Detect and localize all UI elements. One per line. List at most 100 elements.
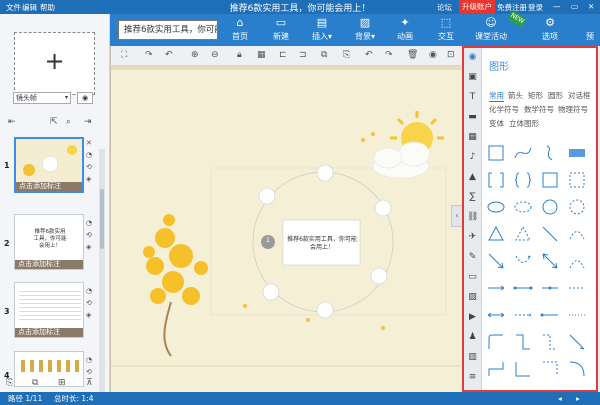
zoom-out-icon[interactable]: ⊖: [211, 50, 219, 60]
slide-thumbnail-2[interactable]: 推荐6款实用工具，你可能会用上！ 点击添加标注: [14, 214, 84, 270]
shape-item[interactable]: [513, 170, 533, 190]
close-icon[interactable]: ✕: [588, 2, 594, 11]
shape-tab[interactable]: 矩形: [528, 90, 543, 101]
align-left-icon[interactable]: ⊏: [279, 50, 287, 60]
link-category-icon[interactable]: ⛓︎: [467, 212, 478, 223]
shape-item[interactable]: [540, 332, 560, 352]
image-category-icon[interactable]: ▣: [467, 72, 478, 83]
shape-item[interactable]: [513, 359, 533, 379]
shape-item[interactable]: [486, 332, 506, 352]
shape-item[interactable]: [567, 143, 587, 163]
shape-item[interactable]: [540, 224, 560, 244]
slide-thumbnail-1[interactable]: 点击添加标注: [14, 137, 84, 193]
shape-item[interactable]: [540, 305, 560, 325]
toolbar-background-button[interactable]: ▨ 背景▾: [345, 16, 385, 42]
zoom-in-icon[interactable]: ⊕: [191, 50, 199, 60]
redo-arrow-icon[interactable]: ↷: [145, 50, 153, 60]
chart-category-icon[interactable]: ▲: [467, 172, 478, 183]
pen-category-icon[interactable]: ✎: [467, 252, 478, 263]
copy-icon[interactable]: ⧉: [321, 50, 327, 60]
bottom-left-icon[interactable]: ◂: [558, 392, 562, 405]
shape-item[interactable]: [567, 197, 587, 217]
lens-frame-select[interactable]: 镜头帧 ▾: [13, 92, 71, 104]
delete-icon[interactable]: 🗑︎: [407, 50, 418, 60]
shape-category-icon[interactable]: ◉: [467, 52, 478, 63]
login-link[interactable]: 登录: [528, 2, 543, 13]
redo-icon[interactable]: ↷: [385, 50, 393, 60]
expand-right-icon[interactable]: ⇥: [84, 117, 92, 127]
shape-item[interactable]: [486, 278, 506, 298]
fullscreen-icon[interactable]: ⛶: [121, 50, 127, 60]
layers-category-icon[interactable]: ≡: [467, 372, 478, 383]
shape-item[interactable]: [567, 278, 587, 298]
shape-item[interactable]: [540, 359, 560, 379]
paste-icon[interactable]: ⎘: [343, 50, 350, 60]
device-category-icon[interactable]: ▥: [467, 352, 478, 363]
camera-icon[interactable]: ◉: [429, 50, 437, 60]
undo-arrow-icon[interactable]: ↶: [165, 50, 173, 60]
gallery-category-icon[interactable]: ▨: [467, 292, 478, 303]
bubble-category-icon[interactable]: ▬: [467, 112, 478, 123]
toolbar-animation-button[interactable]: ✦ 动画: [385, 16, 425, 42]
copy-slide-icon[interactable]: ⧉: [32, 378, 38, 388]
shape-item[interactable]: [513, 224, 533, 244]
shape-tab[interactable]: 化学符号: [489, 104, 519, 115]
shape-item[interactable]: [540, 197, 560, 217]
align-center-icon[interactable]: ⊐: [299, 50, 307, 60]
clothing-category-icon[interactable]: ♟: [467, 332, 478, 343]
shape-tab[interactable]: 变体: [489, 118, 504, 129]
shape-item[interactable]: [540, 170, 560, 190]
shape-item[interactable]: [540, 251, 560, 271]
formula-category-icon[interactable]: ∑: [467, 192, 478, 203]
shape-item[interactable]: [513, 305, 533, 325]
shape-item[interactable]: [567, 224, 587, 244]
shape-item[interactable]: [486, 359, 506, 379]
collapse-left-icon[interactable]: ⇤: [8, 117, 16, 127]
text-category-icon[interactable]: T: [467, 92, 478, 103]
minimize-icon[interactable]: —: [553, 2, 561, 11]
toolbar-preview-button[interactable]: 预: [570, 16, 600, 42]
search-icon[interactable]: ⌕: [66, 117, 71, 127]
presentation-stage[interactable]: 推荐6款实用工具，你可能会用上！ 1: [111, 70, 461, 392]
bottom-right-icon[interactable]: ▸: [576, 392, 580, 405]
shape-tab[interactable]: 数学符号: [524, 104, 554, 115]
shape-item[interactable]: [486, 224, 506, 244]
toolbar-interaction-button[interactable]: ⬚ 交互: [426, 16, 466, 42]
paste-slide-icon[interactable]: ⊞: [58, 378, 66, 388]
shape-item[interactable]: [567, 305, 587, 325]
settings-icon[interactable]: ⊡: [447, 50, 455, 60]
slide-list-scrollbar[interactable]: [99, 149, 105, 404]
shape-item[interactable]: [567, 332, 587, 352]
table-category-icon[interactable]: ▦: [467, 132, 478, 143]
collapse-panel-button[interactable]: ‹: [451, 205, 462, 227]
shape-tab[interactable]: 立体图形: [509, 118, 539, 129]
shape-tab[interactable]: 物理符号: [558, 104, 588, 115]
shape-item[interactable]: [486, 143, 506, 163]
music-category-icon[interactable]: ♪: [467, 152, 478, 163]
shape-item[interactable]: [486, 170, 506, 190]
shape-tab[interactable]: 箭头: [508, 90, 523, 101]
slide-thumbnail-3[interactable]: 点击添加标注: [14, 282, 84, 338]
add-frame-button[interactable]: +: [14, 32, 95, 95]
shape-tab[interactable]: 圆形: [548, 90, 563, 101]
canvas-area[interactable]: ⛶ ↷ ↶ ⊕ ⊖ 🔒︎ ▦ ⊏ ⊐ ⧉ ⎘ ↶ ↷ 🗑︎ ◉ ⊡ 推荐6款实用…: [110, 46, 461, 392]
screen-category-icon[interactable]: ▭: [467, 272, 478, 283]
toolbar-classroom-activity-button[interactable]: ☺ 课堂活动: [471, 16, 511, 42]
shape-item[interactable]: [540, 143, 560, 163]
plane-category-icon[interactable]: ✈︎: [467, 232, 478, 243]
shape-item[interactable]: [567, 359, 587, 379]
center-text[interactable]: 推荐6款实用工具，你可能会用上！: [287, 236, 357, 252]
shape-item[interactable]: [540, 278, 560, 298]
toolbar-options-button[interactable]: ⚙ 选项: [530, 16, 570, 42]
shape-item[interactable]: [567, 170, 587, 190]
lock-icon[interactable]: 🔒︎: [237, 50, 242, 60]
fit-icon[interactable]: ⇱: [50, 117, 58, 127]
shape-tab[interactable]: 对话框: [568, 90, 591, 101]
shape-item[interactable]: [513, 143, 533, 163]
shape-tab[interactable]: 常用: [489, 90, 504, 102]
toolbar-insert-button[interactable]: ▤ 插入▾: [302, 16, 342, 42]
undo-icon[interactable]: ↶: [365, 50, 373, 60]
shape-item[interactable]: [486, 251, 506, 271]
shape-item[interactable]: [486, 305, 506, 325]
restore-icon[interactable]: ▭: [571, 2, 578, 11]
